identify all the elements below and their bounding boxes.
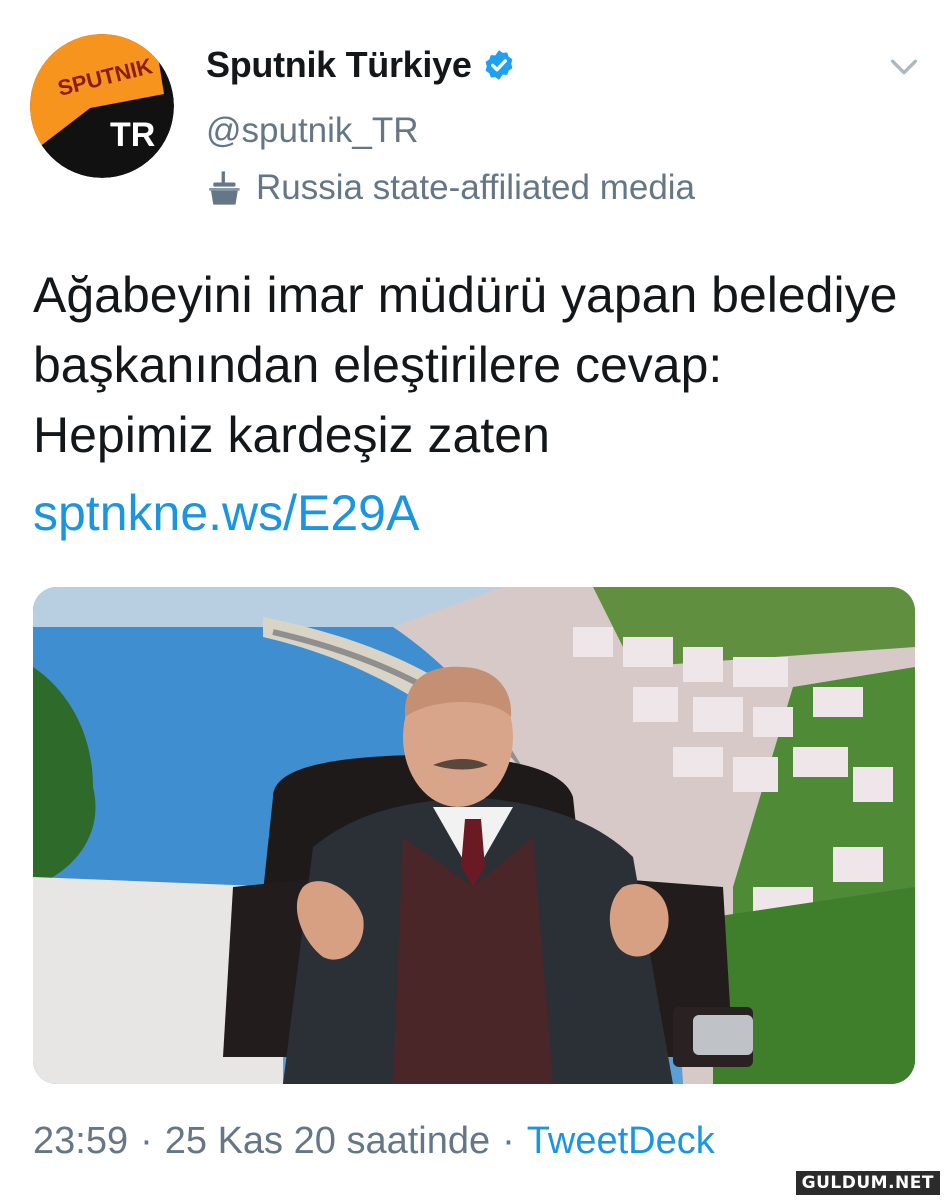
affiliation-text: Russia state-affiliated media [256,168,696,207]
tweet-source-link[interactable]: TweetDeck [527,1120,715,1163]
sputnik-logo-icon: SPUTNIK TR [30,34,174,178]
podium-icon [209,171,240,205]
site-watermark: GULDUM.NET [794,1170,941,1196]
tweet-time[interactable]: 23:59 [33,1120,128,1163]
display-name-row[interactable]: Sputnik Türkiye [206,44,516,86]
tweet-text: Ağabeyini imar müdürü yapan belediye baş… [33,267,898,463]
avatar[interactable]: SPUTNIK TR [30,34,174,178]
meta-separator: · [140,1120,153,1162]
tweet-photo[interactable] [33,587,915,1084]
tweet-date[interactable]: 25 Kas 20 saatinde [165,1120,490,1163]
display-name: Sputnik Türkiye [206,44,472,85]
meta-separator: · [502,1120,515,1162]
account-handle[interactable]: @sputnik_TR [206,111,419,151]
photo-illustration [33,587,915,1084]
tweet: SPUTNIK TR Sputnik Türkiye @sputnik_TR R… [0,0,947,1200]
tweet-menu-button[interactable] [887,50,921,84]
chevron-down-icon [890,59,918,75]
verified-badge-icon [485,50,513,80]
tweet-meta: 23:59 · 25 Kas 20 saatinde · TweetDeck [33,1120,715,1163]
avatar-region-text: TR [110,116,155,154]
state-affiliation-label: Russia state-affiliated media [206,168,695,208]
tweet-link[interactable]: sptnkne.ws/E29A [33,478,419,548]
